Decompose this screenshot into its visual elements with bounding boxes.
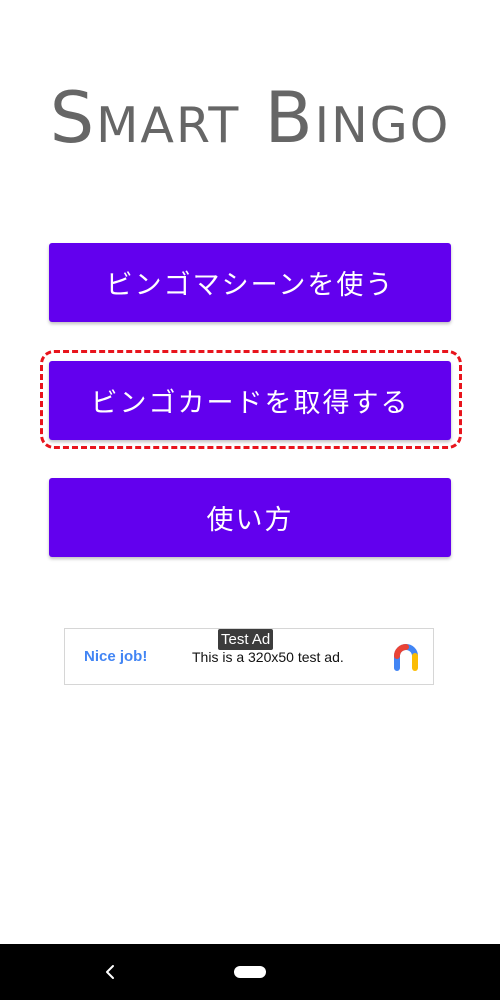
- navigation-bar: [0, 944, 500, 1000]
- use-bingo-machine-button[interactable]: ビンゴマシーンを使う: [49, 243, 451, 322]
- ad-headline: Nice job!: [84, 648, 148, 665]
- back-icon[interactable]: [100, 958, 120, 986]
- how-to-use-button[interactable]: 使い方: [49, 478, 451, 557]
- app-title: Smart Bingo: [49, 77, 451, 159]
- test-ad-label: Test Ad: [218, 629, 274, 650]
- home-icon[interactable]: [234, 966, 266, 978]
- get-bingo-card-button[interactable]: ビンゴカードを取得する: [49, 361, 451, 440]
- google-ads-logo-icon: [394, 644, 418, 671]
- ad-body-text: This is a 320x50 test ad.: [192, 649, 344, 665]
